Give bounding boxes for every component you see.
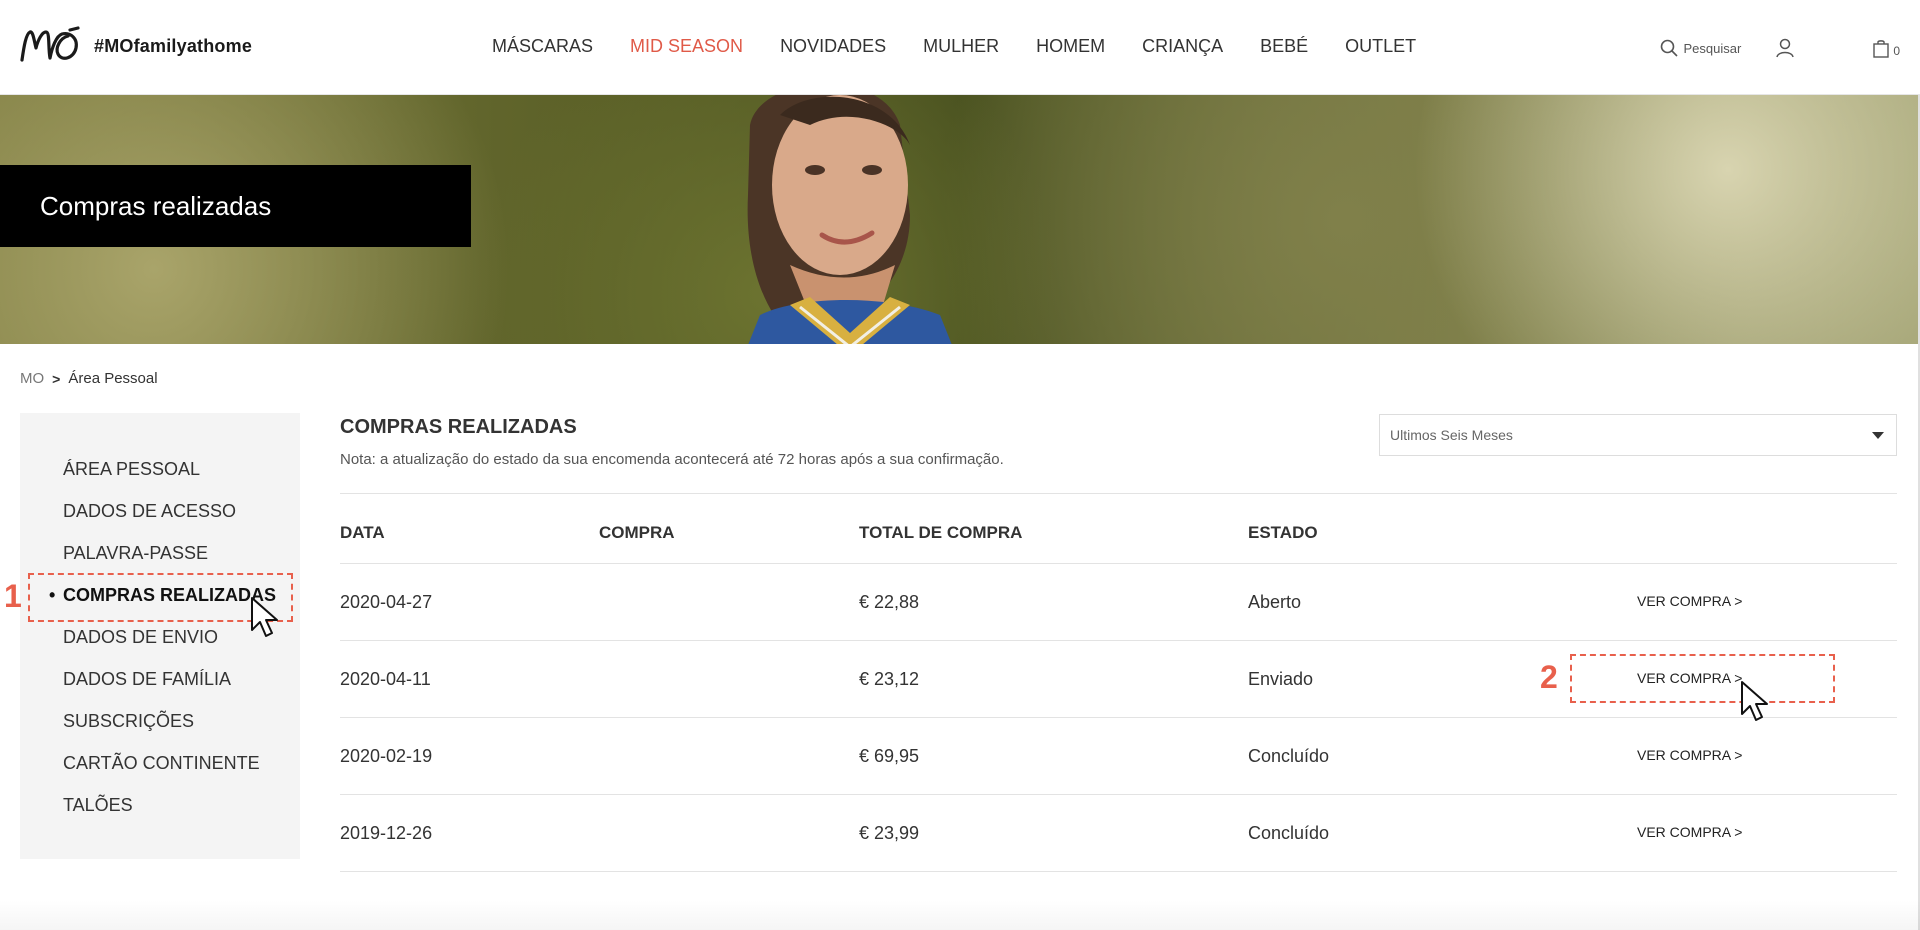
cell-total: € 22,88 <box>859 592 920 612</box>
nav-item-novidades[interactable]: NOVIDADES <box>780 36 886 57</box>
sidebar-item-0[interactable]: ÁREA PESSOAL <box>63 459 276 501</box>
cell-status: Aberto <box>1248 592 1302 612</box>
sidebar-item-6[interactable]: SUBSCRIÇÕES <box>63 711 276 753</box>
breadcrumb: MO > Área Pessoal <box>20 370 158 387</box>
table-header: DATA COMPRA TOTAL DE COMPRA ESTADO <box>340 493 1897 564</box>
hero-model-image <box>747 95 952 344</box>
sidebar-item-5[interactable]: DADOS DE FAMÍLIA <box>63 669 276 711</box>
period-filter-select[interactable]: Ultimos Seis Meses <box>1379 414 1897 456</box>
mouse-cursor-icon <box>1741 681 1768 721</box>
sidebar-item-label: PALAVRA-PASSE <box>63 543 209 563</box>
nav-item-criança[interactable]: CRIANÇA <box>1142 36 1223 57</box>
site-header: #MOfamilyathome MÁSCARAS MID SEASON NOVIDA… <box>0 0 1920 95</box>
search-label: Pesquisar <box>1683 40 1742 56</box>
status-update-note: Nota: a atualização do estado da sua enc… <box>340 451 1004 468</box>
hero-title-box: Compras realizadas <box>0 165 471 247</box>
annotation-highlight-2 <box>1570 654 1835 703</box>
user-icon[interactable] <box>1775 38 1795 58</box>
mouse-cursor-icon <box>251 597 278 637</box>
nav-item-mid-season[interactable]: MID SEASON <box>630 36 743 57</box>
sidebar-item-label: DADOS DE ENVIO <box>63 627 219 647</box>
view-purchase-link[interactable]: VER COMPRA > <box>1637 593 1742 609</box>
footer-shadow <box>0 900 1920 930</box>
search-button[interactable]: Pesquisar <box>1660 39 1742 57</box>
cell-total: € 23,12 <box>859 669 920 689</box>
breadcrumb-home-link[interactable]: MO <box>20 370 44 387</box>
header-estado: ESTADO <box>1248 523 1318 542</box>
sidebar-item-label: ÁREA PESSOAL <box>63 459 201 479</box>
sidebar-menu: ÁREA PESSOAL DADOS DE ACESSO PALAVRA-PASSE… <box>49 459 276 837</box>
cell-total: € 69,95 <box>859 746 920 766</box>
annotation-number-1: 1 <box>4 578 22 614</box>
mo-logo[interactable] <box>18 26 86 66</box>
breadcrumb-separator: > <box>52 370 61 387</box>
search-icon <box>1660 39 1678 57</box>
sidebar-item-label: SUBSCRIÇÕES <box>63 711 195 731</box>
nav-item-homem[interactable]: HOMEM <box>1036 36 1105 57</box>
shopping-bag-button[interactable]: 0 <box>1873 39 1900 58</box>
period-filter-value: Ultimos Seis Meses <box>1390 427 1513 443</box>
sidebar-item-label: DADOS DE ACESSO <box>63 501 237 521</box>
chevron-down-icon <box>1872 432 1884 439</box>
nav-item-máscaras[interactable]: MÁSCARAS <box>492 36 593 57</box>
bag-icon <box>1873 39 1890 58</box>
sidebar-item-label: CARTÃO CONTINENTE <box>63 753 260 773</box>
table-body: 2020-04-27 € 22,88 Aberto VER COMPRA >2020-… <box>340 564 1897 872</box>
view-purchase-link[interactable]: VER COMPRA > <box>1637 747 1742 763</box>
table-row: 2020-02-19 € 69,95 Concluído VER COMPRA > <box>340 718 1897 795</box>
header-compra: COMPRA <box>599 523 675 542</box>
sidebar-item-4[interactable]: DADOS DE ENVIO <box>63 627 276 669</box>
cell-date: 2020-04-27 <box>340 592 433 612</box>
cell-date: 2019-12-26 <box>340 823 433 843</box>
cell-status: Concluído <box>1248 746 1330 766</box>
section-title: COMPRAS REALIZADAS <box>340 416 577 438</box>
sidebar-item-label: DADOS DE FAMÍLIA <box>63 669 232 689</box>
table-row: 2020-04-27 € 22,88 Aberto VER COMPRA > <box>340 564 1897 641</box>
breadcrumb-current: Área Pessoal <box>68 370 158 387</box>
view-purchase-link[interactable]: VER COMPRA > <box>1637 824 1742 840</box>
sidebar-item-label: TALÕES <box>63 795 133 815</box>
cell-date: 2020-02-19 <box>340 746 433 766</box>
bag-count: 0 <box>1893 43 1900 58</box>
cell-total: € 23,99 <box>859 823 920 843</box>
sidebar-item-8[interactable]: TALÕES <box>63 795 276 837</box>
hashtag-text[interactable]: #MOfamilyathome <box>94 36 252 57</box>
header-data: DATA <box>340 523 385 542</box>
cell-date: 2020-04-11 <box>340 669 431 689</box>
nav-item-mulher[interactable]: MULHER <box>923 36 999 57</box>
cell-status: Concluído <box>1248 823 1330 843</box>
sidebar-item-1[interactable]: DADOS DE ACESSO <box>63 501 276 543</box>
header-total: TOTAL DE COMPRA <box>859 523 1023 542</box>
hero-banner: Compras realizadas <box>0 95 1920 344</box>
nav-item-outlet[interactable]: OUTLET <box>1345 36 1416 57</box>
sidebar-item-7[interactable]: CARTÃO CONTINENTE <box>63 753 276 795</box>
main-nav: MÁSCARAS MID SEASON NOVIDADES MULHER HOMEM CR… <box>492 36 1453 57</box>
hero-title: Compras realizadas <box>40 191 272 221</box>
nav-item-bebé[interactable]: BEBÉ <box>1260 36 1308 57</box>
cell-status: Enviado <box>1248 669 1314 689</box>
annotation-number-2: 2 <box>1540 659 1558 695</box>
header-utilities: Pesquisar 0 <box>1660 38 1900 58</box>
table-row: 2019-12-26 € 23,99 Concluído VER COMPRA > <box>340 795 1897 872</box>
